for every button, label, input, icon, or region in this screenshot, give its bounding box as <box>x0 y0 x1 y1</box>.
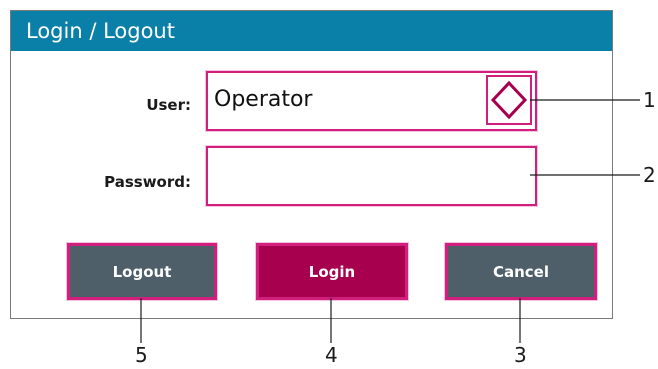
login-button[interactable]: Login <box>256 243 408 300</box>
user-dropdown-button[interactable] <box>486 75 532 125</box>
callout-number-1: 1 <box>643 88 656 112</box>
user-select[interactable]: Operator <box>206 71 537 131</box>
up-down-chevron-icon <box>490 80 528 120</box>
dialog-title: Login / Logout <box>11 11 612 51</box>
callout-number-2: 2 <box>643 163 656 187</box>
callout-number-5: 5 <box>135 343 148 367</box>
callout-number-3: 3 <box>514 343 527 367</box>
user-label: User: <box>146 96 191 114</box>
password-field[interactable] <box>206 146 537 206</box>
password-label: Password: <box>104 173 191 191</box>
user-select-value: Operator <box>214 87 313 112</box>
login-logout-dialog: Login / Logout User: Operator Password: … <box>10 10 613 319</box>
callout-number-4: 4 <box>325 343 338 367</box>
logout-button[interactable]: Logout <box>67 243 217 300</box>
cancel-button[interactable]: Cancel <box>445 243 597 300</box>
